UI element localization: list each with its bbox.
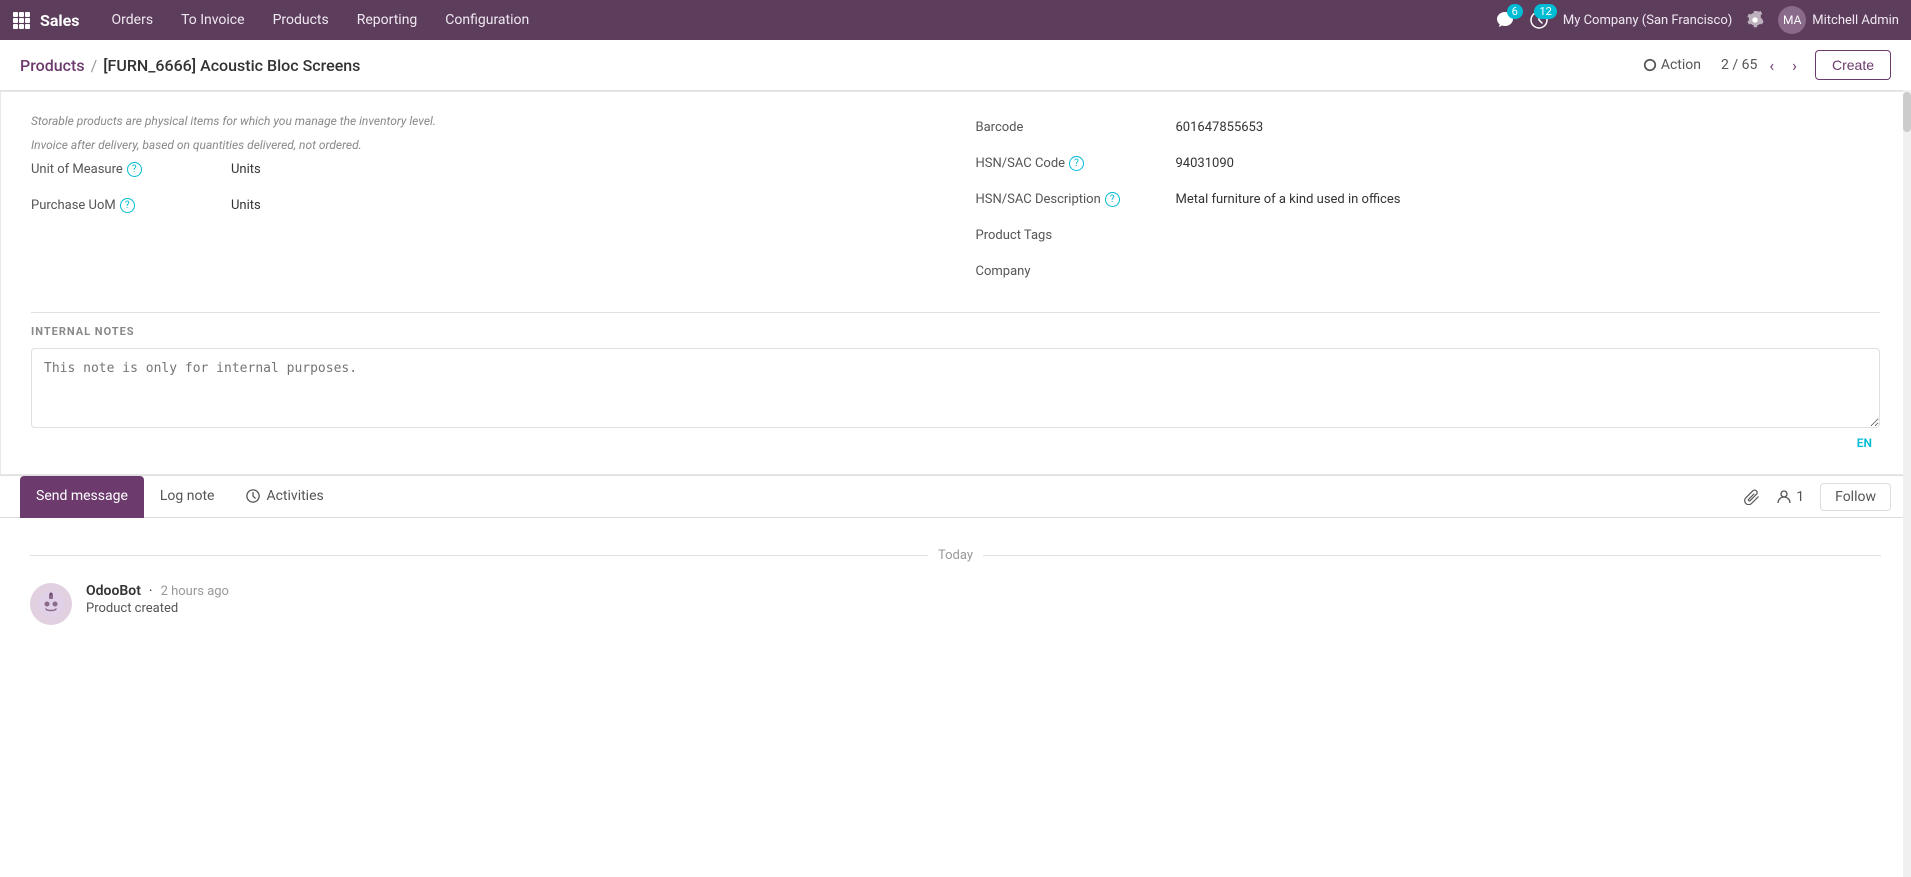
hsn-sac-code-value: 94031090 bbox=[1176, 154, 1234, 171]
user-menu[interactable]: MA Mitchell Admin bbox=[1778, 6, 1899, 34]
message-separator: · bbox=[149, 583, 153, 599]
company-field: Company bbox=[976, 256, 1881, 292]
titlebar: Products / [FURN_6666] Acoustic Bloc Scr… bbox=[0, 40, 1911, 91]
form-grid: Storable products are physical items for… bbox=[31, 112, 1880, 292]
menu-configuration[interactable]: Configuration bbox=[433, 6, 541, 34]
purchase-uom-field: Purchase UoM ? Units bbox=[31, 190, 936, 226]
top-menu: Orders To Invoice Products Reporting Con… bbox=[100, 6, 1495, 34]
unit-of-measure-field: Unit of Measure ? Units bbox=[31, 154, 936, 190]
message-body: OdooBot · 2 hours ago Product created bbox=[86, 583, 229, 625]
storable-note-2: Invoice after delivery, based on quantit… bbox=[31, 136, 936, 154]
purchase-uom-label: Purchase UoM ? bbox=[31, 196, 231, 213]
scrollbar-track bbox=[1903, 90, 1911, 877]
username: Mitchell Admin bbox=[1812, 13, 1899, 28]
message-author: OdooBot bbox=[86, 583, 141, 599]
pagination-info: 2 / 65 bbox=[1721, 57, 1757, 73]
avatar: MA bbox=[1778, 6, 1806, 34]
main-scroll-container[interactable]: Storable products are physical items for… bbox=[0, 91, 1911, 665]
storable-note-1: Storable products are physical items for… bbox=[31, 112, 936, 130]
purchase-uom-help-icon[interactable]: ? bbox=[120, 198, 135, 213]
breadcrumb: Products / [FURN_6666] Acoustic Bloc Scr… bbox=[20, 56, 1635, 75]
chat-badge: 6 bbox=[1507, 4, 1523, 19]
section-divider bbox=[31, 312, 1880, 313]
unit-of-measure-label: Unit of Measure ? bbox=[31, 160, 231, 177]
hsn-sac-desc-label: HSN/SAC Description ? bbox=[976, 190, 1176, 207]
form-left-column: Storable products are physical items for… bbox=[31, 112, 936, 292]
chatter-right-actions: 1 Follow bbox=[1744, 483, 1891, 511]
message-time: 2 hours ago bbox=[161, 584, 229, 599]
hsn-sac-desc-field: HSN/SAC Description ? Metal furniture of… bbox=[976, 184, 1881, 220]
clock-badge: 12 bbox=[1534, 4, 1556, 19]
chatter-tabs: Send message Log note Activities bbox=[0, 476, 1911, 518]
date-divider-text: Today bbox=[938, 548, 973, 563]
create-button[interactable]: Create bbox=[1815, 50, 1891, 80]
followers-button[interactable]: 1 bbox=[1776, 489, 1804, 505]
pagination-prev-button[interactable]: ‹ bbox=[1763, 54, 1780, 77]
chatter-section: Send message Log note Activities bbox=[0, 475, 1911, 665]
hsn-sac-code-field: HSN/SAC Code ? 94031090 bbox=[976, 148, 1881, 184]
settings-icon[interactable] bbox=[1746, 11, 1764, 29]
internal-notes-container: EN bbox=[31, 348, 1880, 454]
company-label: Company bbox=[976, 262, 1176, 279]
action-button[interactable]: Action bbox=[1635, 53, 1709, 77]
pagination: 2 / 65 ‹ › bbox=[1721, 54, 1803, 77]
product-tags-field: Product Tags bbox=[976, 220, 1881, 256]
attachment-button[interactable] bbox=[1744, 489, 1760, 505]
unit-of-measure-value: Units bbox=[231, 160, 261, 177]
barcode-label: Barcode bbox=[976, 118, 1176, 135]
topnav-right: 6 12 My Company (San Francisco) MA Mitch… bbox=[1495, 6, 1899, 34]
menu-reporting[interactable]: Reporting bbox=[345, 6, 430, 34]
apps-grid-button[interactable] bbox=[12, 11, 30, 29]
activities-tab[interactable]: Activities bbox=[230, 476, 339, 518]
product-tags-label: Product Tags bbox=[976, 226, 1176, 243]
action-label: Action bbox=[1661, 57, 1701, 73]
company-selector[interactable]: My Company (San Francisco) bbox=[1563, 13, 1732, 28]
internal-notes-section-title: INTERNAL NOTES bbox=[31, 325, 1880, 338]
breadcrumb-separator: / bbox=[91, 56, 98, 75]
message-content: Product created bbox=[86, 601, 229, 616]
barcode-value: 601647855653 bbox=[1176, 118, 1264, 135]
pagination-next-button[interactable]: › bbox=[1786, 54, 1803, 77]
log-note-tab[interactable]: Log note bbox=[144, 476, 231, 518]
date-divider-line-left bbox=[30, 555, 928, 556]
form-right-column: Barcode 601647855653 HSN/SAC Code ? 9403… bbox=[976, 112, 1881, 292]
followers-count: 1 bbox=[1796, 489, 1804, 505]
message-item: OdooBot · 2 hours ago Product created bbox=[30, 583, 1881, 625]
hsn-sac-desc-help-icon[interactable]: ? bbox=[1105, 192, 1120, 207]
internal-notes-textarea[interactable] bbox=[31, 348, 1880, 428]
unit-of-measure-help-icon[interactable]: ? bbox=[127, 162, 142, 177]
top-navbar: Sales Orders To Invoice Products Reporti… bbox=[0, 0, 1911, 40]
breadcrumb-products-link[interactable]: Products bbox=[20, 56, 85, 75]
menu-to-invoice[interactable]: To Invoice bbox=[169, 6, 257, 34]
language-indicator[interactable]: EN bbox=[31, 432, 1880, 454]
clock-notifications-button[interactable]: 12 bbox=[1529, 10, 1549, 30]
barcode-field: Barcode 601647855653 bbox=[976, 112, 1881, 148]
hsn-sac-code-help-icon[interactable]: ? bbox=[1069, 156, 1084, 171]
follow-button[interactable]: Follow bbox=[1820, 483, 1891, 511]
purchase-uom-value: Units bbox=[231, 196, 261, 213]
app-brand[interactable]: Sales bbox=[40, 11, 80, 30]
messages-area: Today OdooBot bbox=[0, 518, 1911, 665]
odoobot-avatar bbox=[30, 583, 72, 625]
date-divider: Today bbox=[30, 548, 1881, 563]
send-message-tab[interactable]: Send message bbox=[20, 476, 144, 518]
message-header: OdooBot · 2 hours ago bbox=[86, 583, 229, 599]
menu-products[interactable]: Products bbox=[261, 6, 341, 34]
scrollbar-thumb[interactable] bbox=[1903, 92, 1911, 132]
date-divider-line-right bbox=[983, 555, 1881, 556]
breadcrumb-current-page: [FURN_6666] Acoustic Bloc Screens bbox=[103, 56, 360, 75]
form-container: Storable products are physical items for… bbox=[0, 91, 1911, 475]
hsn-sac-desc-value: Metal furniture of a kind used in office… bbox=[1176, 190, 1401, 207]
chat-notifications-button[interactable]: 6 bbox=[1495, 10, 1515, 30]
menu-orders[interactable]: Orders bbox=[100, 6, 166, 34]
hsn-sac-code-label: HSN/SAC Code ? bbox=[976, 154, 1176, 171]
titlebar-actions: Action 2 / 65 ‹ › Create bbox=[1635, 50, 1891, 80]
